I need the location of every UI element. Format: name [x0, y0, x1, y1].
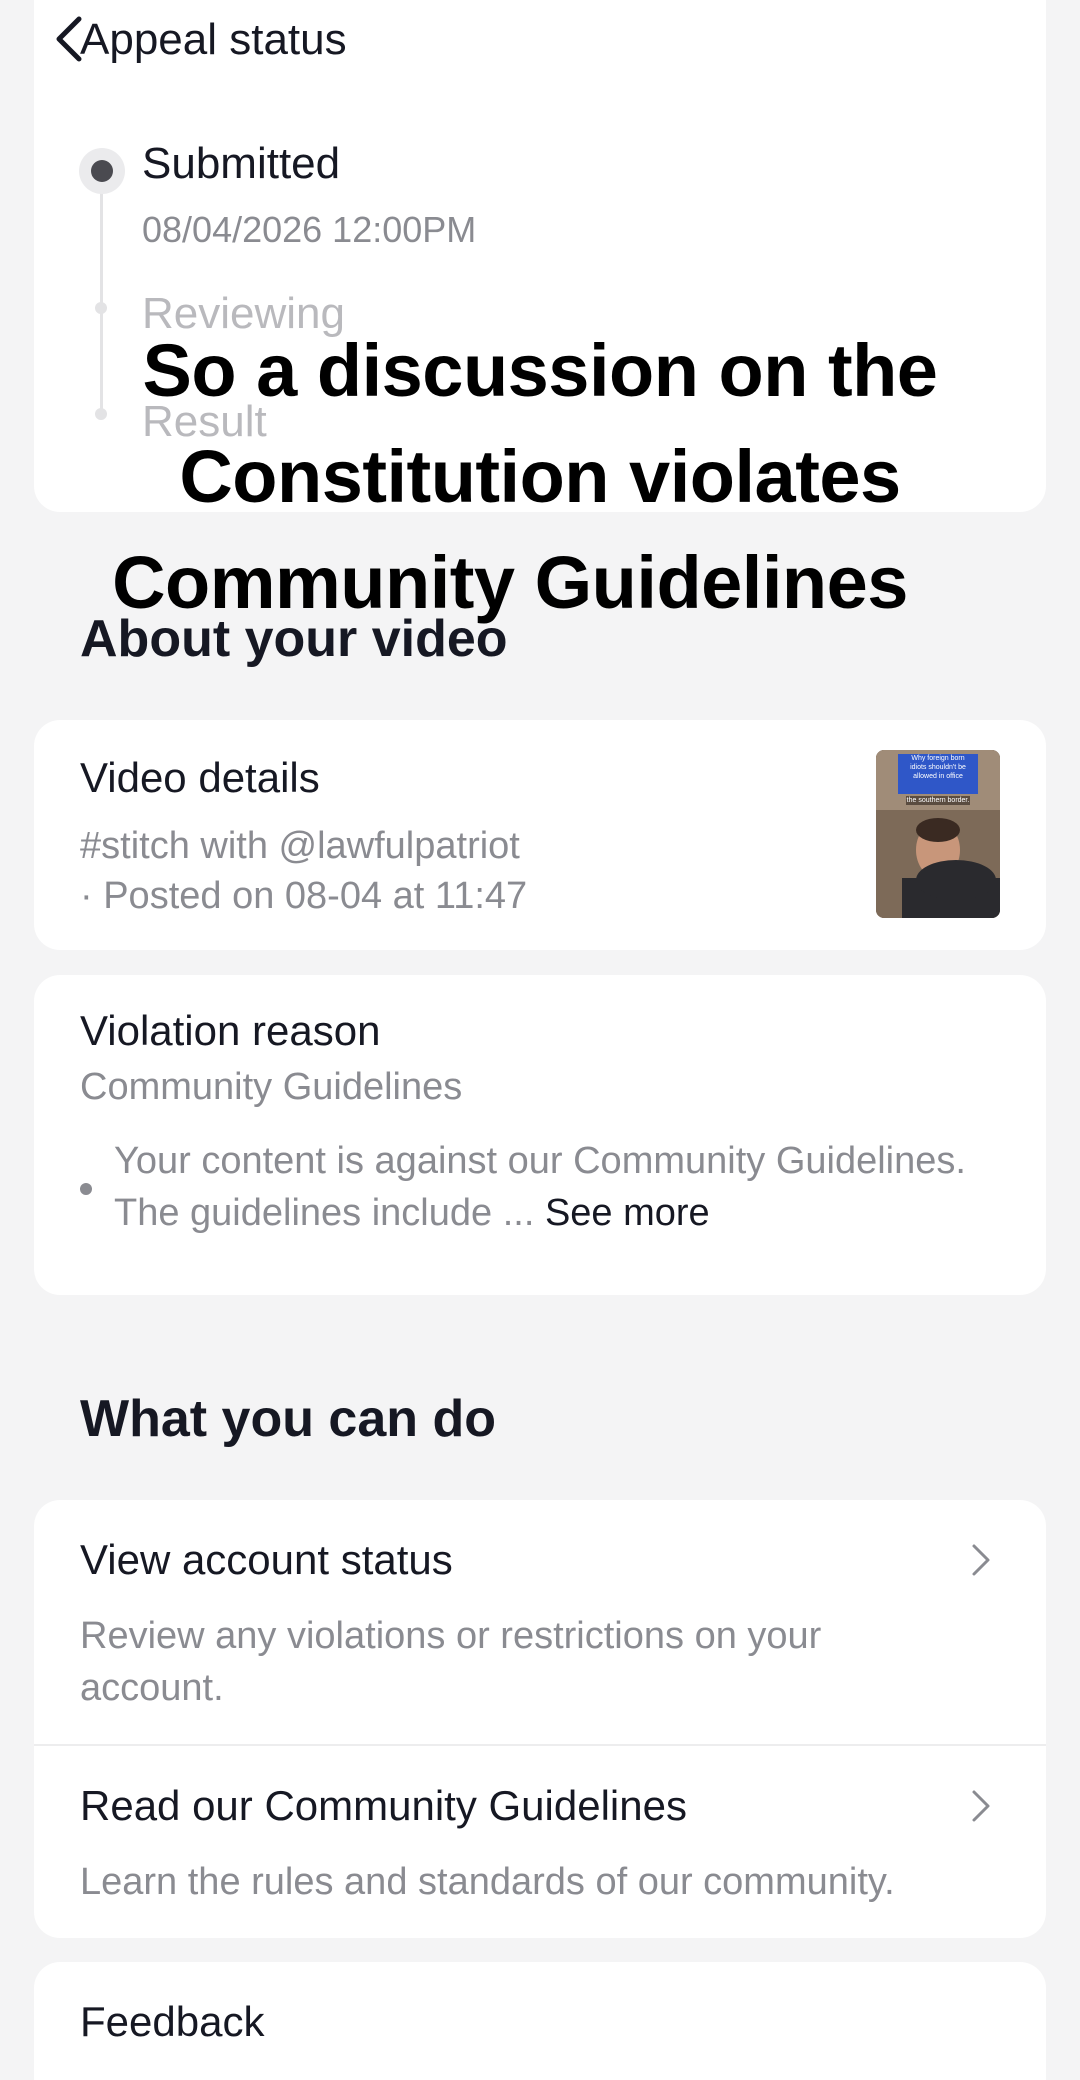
read-guidelines-row[interactable]: Read our Community Guidelines Learn the …	[34, 1746, 1046, 1938]
overlay-caption-line-2: Constitution violates	[179, 435, 901, 518]
bullet-dot	[80, 1183, 92, 1195]
overlay-caption-line-1: So a discussion on the	[142, 329, 938, 412]
read-guidelines-desc: Learn the rules and standards of our com…	[80, 1861, 895, 1903]
overlay-caption-line-3: Community Guidelines	[112, 541, 908, 624]
view-account-status-title: View account status	[80, 1536, 453, 1583]
video-details-card[interactable]: Video details #stitch with @lawfulpatrio…	[34, 720, 1046, 950]
violation-category: Community Guidelines	[80, 1066, 463, 1108]
violation-description: Your content is against our Community Gu…	[114, 1135, 1014, 1239]
violation-reason-card: Violation reason Community Guidelines Yo…	[34, 975, 1046, 1295]
actions-card: View account status Review any violation…	[34, 1500, 1046, 1938]
page-title: Appeal status	[80, 15, 347, 64]
timeline-dot-reviewing	[95, 302, 107, 314]
video-stitch-text: #stitch with @lawfulpatriot	[80, 825, 520, 867]
chevron-left-icon	[56, 16, 82, 62]
video-thumbnail[interactable]: Why foreign born idiots shouldn't be all…	[876, 750, 1000, 918]
chevron-right-icon	[972, 1790, 990, 1822]
video-posted-date: · Posted on 08-04 at 11:47	[80, 875, 528, 917]
feedback-card[interactable]: Feedback	[34, 1962, 1046, 2080]
violation-title: Violation reason	[80, 1007, 381, 1054]
feedback-title: Feedback	[80, 1998, 265, 2045]
chevron-right-icon	[972, 1544, 990, 1576]
read-guidelines-title: Read our Community Guidelines	[80, 1782, 687, 1829]
what-you-can-do-heading: What you can do	[80, 1390, 496, 1448]
view-account-status-row[interactable]: View account status Review any violation…	[34, 1500, 1046, 1744]
thumbnail-caption: Why foreign born idiots shouldn't be all…	[910, 755, 966, 780]
video-details-title: Video details	[80, 754, 320, 801]
view-account-status-desc: Review any violations or restrictions on…	[80, 1615, 822, 1709]
timeline-dot-submitted	[91, 160, 113, 182]
step-submitted-time: 08/04/2026 12:00PM	[142, 209, 477, 250]
violation-description-text: Your content is against our Community Gu…	[114, 1140, 966, 1234]
see-more-link[interactable]: See more	[545, 1192, 710, 1234]
thumbnail-subcaption: the southern border.	[906, 797, 970, 804]
step-submitted-label: Submitted	[142, 139, 341, 188]
appeal-status-page: Appeal status Submitted 08/04/2026 12:00…	[0, 0, 1080, 2080]
